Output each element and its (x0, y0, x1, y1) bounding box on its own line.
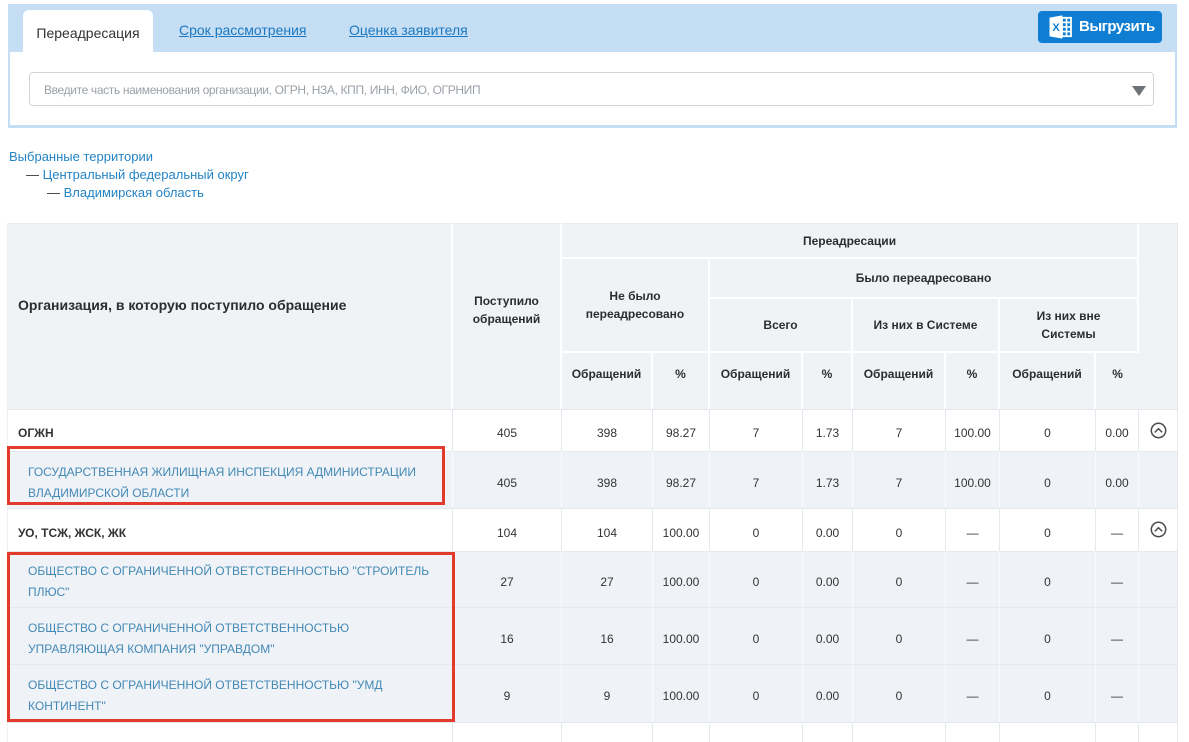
svg-text:X: X (1052, 22, 1060, 34)
